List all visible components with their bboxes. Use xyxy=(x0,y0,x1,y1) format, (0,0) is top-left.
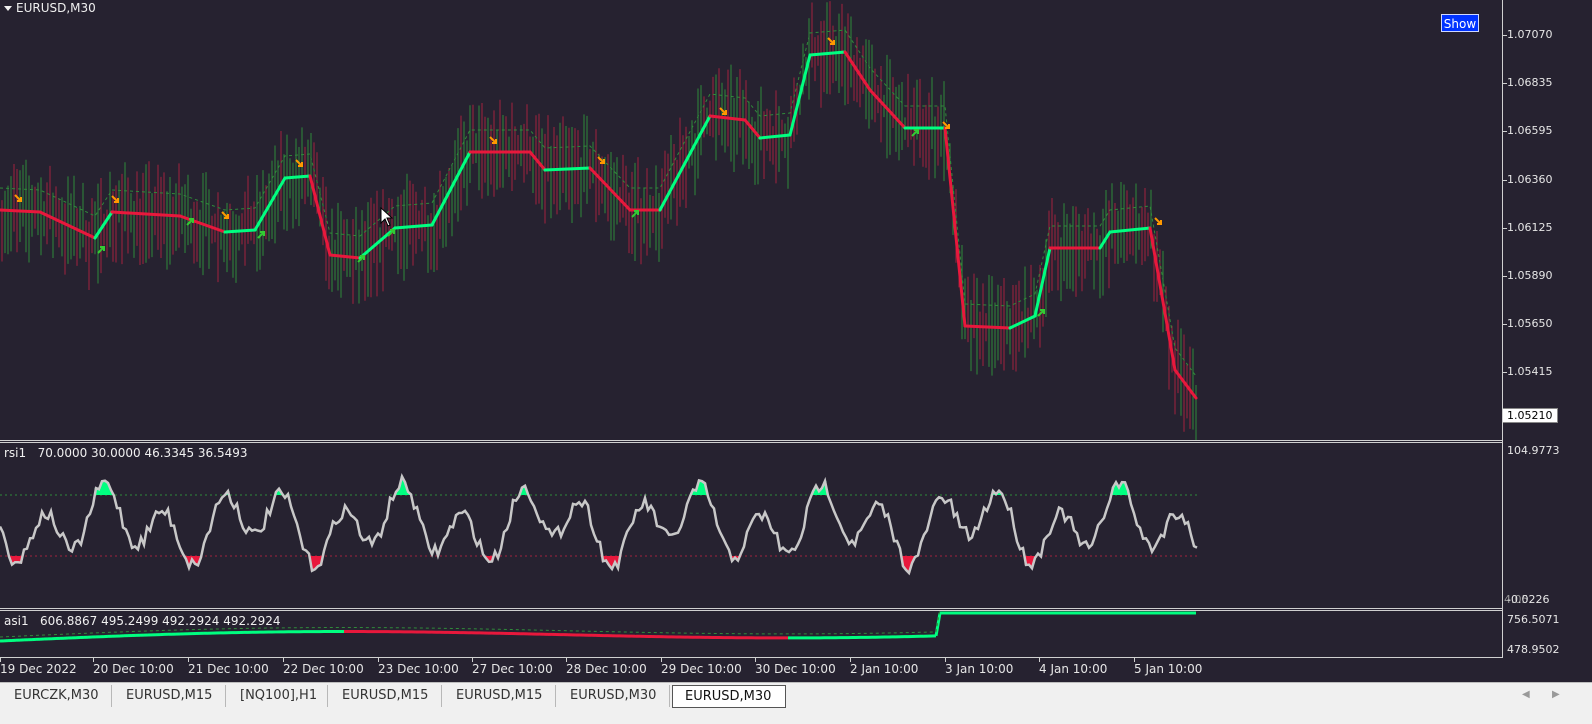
time-tick-label: 27 Dec 10:00 xyxy=(472,662,553,676)
price-tick-label: 1.06595 xyxy=(1507,124,1553,137)
asi-axis-min: 478.9502 xyxy=(1507,643,1560,656)
sell-arrow-icon xyxy=(1155,218,1161,224)
price-tick-label: 1.06835 xyxy=(1507,76,1553,89)
time-tick-label: 21 Dec 10:00 xyxy=(188,662,269,676)
rsi-axis-min: -0.0226 xyxy=(1507,593,1549,606)
trend-segment xyxy=(225,230,255,232)
chevron-left-icon[interactable]: ◀ xyxy=(1522,689,1530,700)
trend-segment xyxy=(545,168,590,170)
time-tick-label: 30 Dec 10:00 xyxy=(755,662,836,676)
trend-segment xyxy=(790,55,810,135)
pane-separator[interactable] xyxy=(0,440,1502,441)
pane-separator[interactable] xyxy=(0,608,1502,609)
chart-tab[interactable]: EURUSD,M30 xyxy=(672,685,786,708)
rsi-canvas[interactable] xyxy=(0,443,1502,608)
chart-tab-bar: EURCZK,M30EURUSD,M15[NQ100],H1EURUSD,M15… xyxy=(0,682,1592,724)
price-chart-canvas[interactable] xyxy=(0,0,1502,440)
price-chart[interactable]: EURUSD,M30 Show xyxy=(0,0,1502,440)
chart-tab[interactable]: EURUSD,M15 xyxy=(330,685,442,707)
trend-segment xyxy=(945,128,965,326)
rsi-axis-max: 104.9773 xyxy=(1507,444,1560,457)
price-tick-label: 1.05415 xyxy=(1507,365,1553,378)
chart-tab[interactable]: EURUSD,M30 xyxy=(558,685,670,707)
asi-title: asi1 606.8867 495.2499 492.2924 492.2924 xyxy=(4,614,281,628)
dropdown-triangle-icon[interactable] xyxy=(4,6,12,11)
chart-tab[interactable]: [NQ100],H1 xyxy=(228,685,328,707)
show-button[interactable]: Show xyxy=(1441,14,1479,32)
price-axis[interactable]: 1.07070 1.06835 1.06595 1.06360 1.06125 1.058… xyxy=(1503,0,1592,440)
trend-segment xyxy=(1110,228,1150,232)
trend-segment xyxy=(285,176,310,178)
asi-segment xyxy=(936,613,940,636)
price-tick-label: 1.06360 xyxy=(1507,173,1553,186)
rsi-axis[interactable]: 104.9773 4.05 -0.0226 xyxy=(1503,443,1592,608)
price-tick-label: 1.05650 xyxy=(1507,317,1553,330)
chart-tab[interactable]: EURCZK,M30 xyxy=(2,685,112,707)
symbol-title[interactable]: EURUSD,M30 xyxy=(4,1,96,15)
asi-pane[interactable]: asi1 606.8867 495.2499 492.2924 492.2924 xyxy=(0,611,1502,657)
time-tick-label: 28 Dec 10:00 xyxy=(566,662,647,676)
rsi-line xyxy=(0,476,1197,573)
price-tick-label: 1.06125 xyxy=(1507,221,1553,234)
chart-tab[interactable]: EURUSD,M15 xyxy=(114,685,226,707)
rsi-pane[interactable]: rsi1 70.0000 30.0000 46.3345 36.5493 xyxy=(0,443,1502,608)
time-tick-label: 19 Dec 2022 xyxy=(0,662,77,676)
price-tick-label: 1.05890 xyxy=(1507,269,1553,282)
time-tick-label: 23 Dec 10:00 xyxy=(378,662,459,676)
price-tick-label: 1.07070 xyxy=(1507,28,1553,41)
mouse-pointer-icon xyxy=(380,207,394,227)
time-tick-label: 22 Dec 10:00 xyxy=(283,662,364,676)
asi-axis[interactable]: 756.5071 478.9502 xyxy=(1503,611,1592,657)
time-tick-label: 20 Dec 10:00 xyxy=(93,662,174,676)
trend-segment xyxy=(530,152,545,170)
time-tick-label: 2 Jan 10:00 xyxy=(850,662,918,676)
current-price-label: 1.05210 xyxy=(1502,408,1558,423)
time-tick-label: 4 Jan 10:00 xyxy=(1039,662,1107,676)
trend-segment xyxy=(965,326,1010,328)
rsi-title: rsi1 70.0000 30.0000 46.3345 36.5493 xyxy=(4,446,248,460)
axis-separator xyxy=(1502,0,1503,658)
chart-tab[interactable]: EURUSD,M15 xyxy=(444,685,556,707)
time-tick-label: 5 Jan 10:00 xyxy=(1134,662,1202,676)
asi-axis-max: 756.5071 xyxy=(1507,613,1560,626)
trend-segment xyxy=(432,152,470,225)
trend-segment xyxy=(0,210,40,212)
time-tick-label: 3 Jan 10:00 xyxy=(945,662,1013,676)
time-axis[interactable]: 19 Dec 2022 20 Dec 10:00 21 Dec 10:00 22 De… xyxy=(0,658,1592,682)
time-tick-label: 29 Dec 10:00 xyxy=(661,662,742,676)
chevron-right-icon[interactable]: ▶ xyxy=(1552,689,1560,700)
